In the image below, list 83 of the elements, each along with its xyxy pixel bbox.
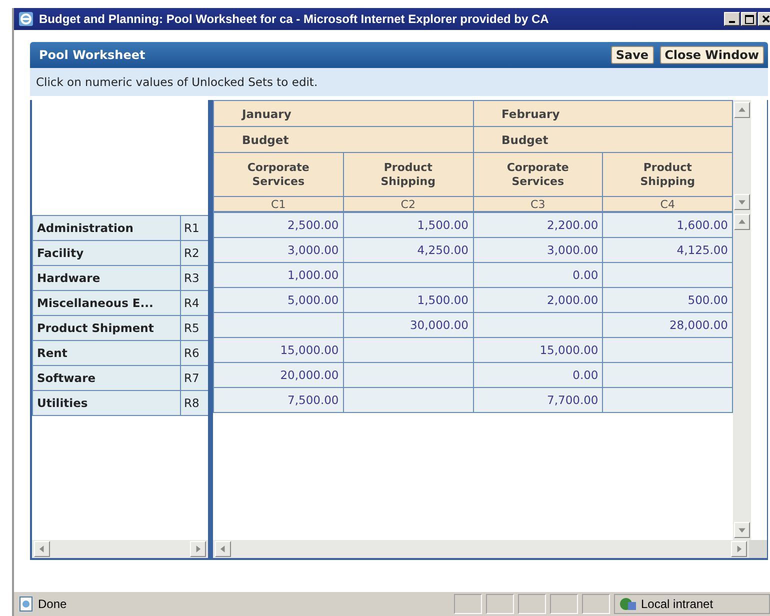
month-header: February xyxy=(473,100,732,126)
value-cell[interactable]: 1,500.00 xyxy=(343,288,473,312)
zone-text: Local intranet xyxy=(641,597,714,611)
value-cell[interactable]: 3,000.00 xyxy=(473,238,603,262)
row-code: R8 xyxy=(180,390,208,416)
panel-title: Pool Worksheet xyxy=(39,48,146,62)
value-cell[interactable]: 500.00 xyxy=(602,288,732,312)
horizontal-scrollbar[interactable] xyxy=(32,540,208,558)
value-cell[interactable]: 15,000.00 xyxy=(473,338,603,362)
maximize-icon xyxy=(744,14,754,24)
network-icon xyxy=(619,596,637,612)
vertical-scrollbar[interactable] xyxy=(733,212,751,540)
row-code: R2 xyxy=(180,240,208,266)
month-header: January xyxy=(214,100,473,126)
value-cell[interactable]: 2,200.00 xyxy=(473,212,603,238)
row-code: R5 xyxy=(180,316,208,340)
column-header: Corporate Services xyxy=(473,152,603,196)
scroll-down-button[interactable] xyxy=(734,194,750,210)
column-code: C1 xyxy=(214,196,344,212)
value-cell[interactable]: 1,500.00 xyxy=(343,212,473,238)
column-code: C3 xyxy=(473,196,603,212)
value-cell[interactable]: 1,600.00 xyxy=(602,212,732,238)
scroll-left-button[interactable] xyxy=(215,541,231,557)
scroll-right-button[interactable] xyxy=(731,541,747,557)
row-code: R6 xyxy=(180,340,208,366)
column-header: Product Shipping xyxy=(343,152,473,196)
row-label: Hardware xyxy=(32,266,180,290)
scroll-down-button[interactable] xyxy=(734,522,750,538)
row-label: Utilities xyxy=(32,390,180,416)
save-button[interactable]: Save xyxy=(610,46,654,64)
scroll-up-button[interactable] xyxy=(734,214,750,230)
row-label: Product Shipment xyxy=(32,316,180,340)
instruction-text: Click on numeric values of Unlocked Sets to edit. xyxy=(30,68,768,96)
scroll-right-button[interactable] xyxy=(190,541,206,557)
status-text: Done xyxy=(38,597,68,611)
row-label: Miscellaneous E... xyxy=(32,290,180,316)
value-cell[interactable]: 28,000.00 xyxy=(602,312,732,338)
row-code: R4 xyxy=(180,290,208,316)
row-label: Rent xyxy=(32,340,180,366)
value-cell[interactable]: 5,000.00 xyxy=(214,288,344,312)
value-cell[interactable]: 2,500.00 xyxy=(214,212,344,238)
minimize-button[interactable] xyxy=(724,12,740,26)
row-code: R7 xyxy=(180,366,208,390)
scroll-left-button[interactable] xyxy=(34,541,50,557)
window-title: Budget and Planning: Pool Worksheet for ca - Microsoft Internet Explorer provided by CA xyxy=(39,12,550,26)
value-cell[interactable]: 1,000.00 xyxy=(214,262,344,288)
vertical-scrollbar[interactable] xyxy=(733,100,751,212)
scenario-header: Budget xyxy=(473,126,732,152)
horizontal-scrollbar[interactable] xyxy=(213,540,749,558)
value-cell[interactable]: 20,000.00 xyxy=(214,362,344,388)
value-cell[interactable]: 4,250.00 xyxy=(343,238,473,262)
page-icon xyxy=(18,596,34,612)
status-pane xyxy=(518,594,546,614)
value-cell[interactable]: 0.00 xyxy=(473,362,603,388)
status-pane xyxy=(454,594,482,614)
status-pane xyxy=(486,594,514,614)
close-window-button[interactable]: Close Window xyxy=(660,46,764,64)
row-label: Administration xyxy=(32,216,180,240)
value-cell[interactable]: 3,000.00 xyxy=(214,238,344,262)
value-cell[interactable]: 2,000.00 xyxy=(473,288,603,312)
column-header: Corporate Services xyxy=(214,152,344,196)
scenario-header: Budget xyxy=(214,126,473,152)
status-pane xyxy=(582,594,610,614)
scrollbar-corner xyxy=(749,540,767,558)
value-cell[interactable]: 7,700.00 xyxy=(473,388,603,412)
value-cell[interactable]: 0.00 xyxy=(473,262,603,288)
column-header: Product Shipping xyxy=(602,152,732,196)
status-pane xyxy=(550,594,578,614)
browser-icon xyxy=(18,11,34,27)
scroll-up-button[interactable] xyxy=(734,102,750,118)
column-code: C4 xyxy=(602,196,732,212)
column-code: C2 xyxy=(343,196,473,212)
value-cell[interactable]: 15,000.00 xyxy=(214,338,344,362)
row-label: Facility xyxy=(32,240,180,266)
row-code: R3 xyxy=(180,266,208,290)
row-code: R1 xyxy=(180,216,208,240)
close-button[interactable] xyxy=(758,12,770,26)
close-icon xyxy=(762,15,770,23)
row-label: Software xyxy=(32,366,180,390)
value-cell[interactable]: 4,125.00 xyxy=(602,238,732,262)
maximize-button[interactable] xyxy=(741,12,757,26)
value-cell[interactable]: 7,500.00 xyxy=(214,388,344,412)
value-cell[interactable]: 30,000.00 xyxy=(343,312,473,338)
